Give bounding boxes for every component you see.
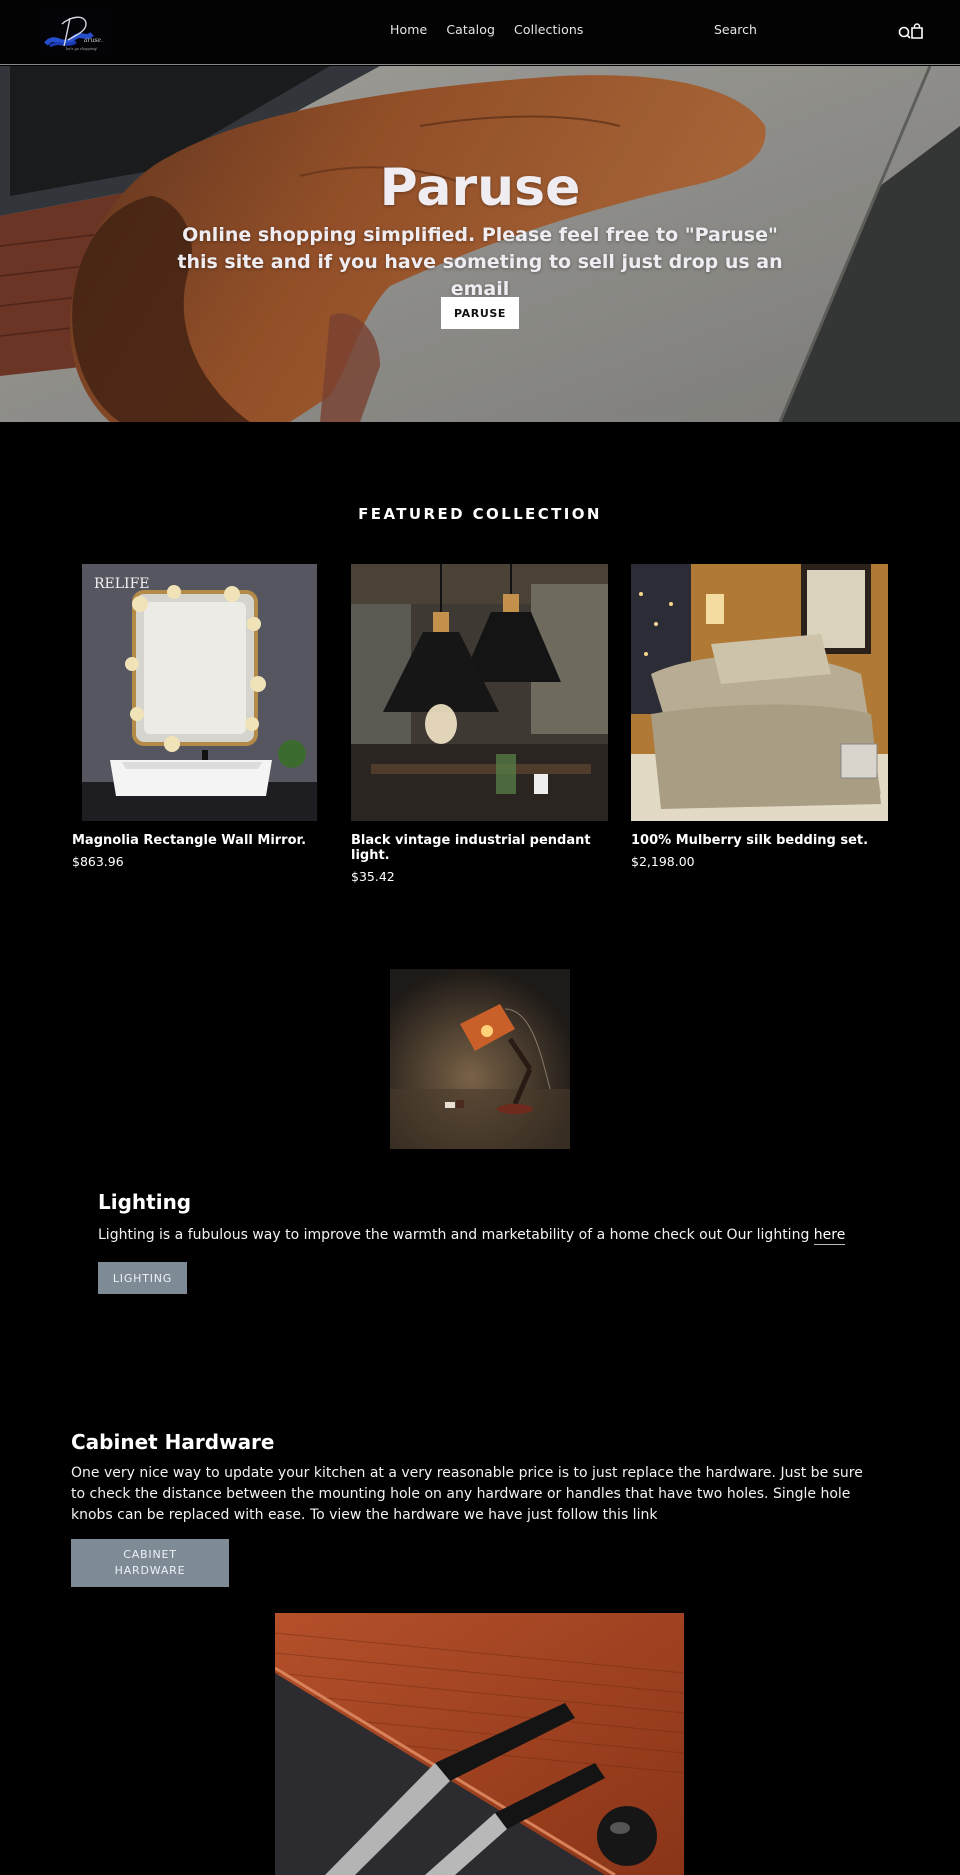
cart-icon[interactable] (910, 23, 924, 39)
nav-catalog[interactable]: Catalog (446, 22, 495, 37)
product-card[interactable]: RELIFE Magnolia Rectangle Wall Mirror. $… (72, 564, 334, 869)
main-nav: Home Catalog Collections (390, 22, 584, 37)
svg-text:let's go shopping!: let's go shopping! (66, 47, 98, 51)
lighting-heading: Lighting (98, 1190, 192, 1214)
bedding-image (631, 564, 888, 821)
site-header: aruse. let's go shopping! Home Catalog C… (0, 0, 960, 65)
product-image-mirror[interactable]: RELIFE (82, 564, 317, 821)
svg-text:aruse.: aruse. (84, 37, 103, 44)
featured-collection-title: FEATURED COLLECTION (358, 505, 602, 523)
product-card[interactable]: Black vintage industrial pendant light. … (351, 564, 613, 884)
product-price: $35.42 (351, 869, 395, 884)
hardware-handles-image (275, 1613, 684, 1875)
lighting-button[interactable]: LIGHTING (98, 1262, 187, 1294)
cabinet-hardware-image (275, 1613, 684, 1875)
hero-banner: Paruse Online shopping simplified. Pleas… (0, 66, 960, 422)
lighting-text: Lighting is a fubulous way to improve th… (98, 1227, 814, 1243)
product-price: $863.96 (72, 854, 124, 869)
lighting-here-link[interactable]: here (813, 1227, 846, 1245)
pendant-light-image (351, 564, 608, 821)
lighting-description: Lighting is a fubulous way to improve th… (98, 1227, 846, 1245)
product-image-bedding[interactable] (631, 564, 888, 821)
paruse-button[interactable]: PARUSE (441, 297, 519, 329)
cabinet-button-line1: CABINET (123, 1548, 177, 1561)
header-icons (898, 23, 924, 39)
search-link[interactable]: Search (714, 22, 757, 37)
product-name[interactable]: Black vintage industrial pendant light. (351, 833, 613, 863)
desk-lamp-image (390, 969, 570, 1149)
product-image-pendant[interactable] (351, 564, 608, 821)
cabinet-hardware-heading: Cabinet Hardware (71, 1430, 275, 1454)
product-name[interactable]: 100% Mulberry silk bedding set. (631, 833, 893, 848)
mirror-image: RELIFE (82, 564, 317, 821)
cabinet-hardware-button[interactable]: CABINET HARDWARE (71, 1539, 229, 1587)
site-logo[interactable]: aruse. let's go shopping! (40, 10, 114, 54)
hero-title: Paruse (379, 158, 581, 218)
product-name[interactable]: Magnolia Rectangle Wall Mirror. (72, 833, 334, 848)
hero-subtitle: Online shopping simplified. Please feel … (177, 224, 783, 300)
product-card[interactable]: 100% Mulberry silk bedding set. $2,198.0… (631, 564, 893, 869)
lighting-image (390, 969, 570, 1149)
nav-collections[interactable]: Collections (514, 22, 583, 37)
logo-icon: aruse. let's go shopping! (40, 10, 114, 54)
cabinet-hardware-description: One very nice way to update your kitchen… (71, 1465, 863, 1523)
relife-brand-label: RELIFE (94, 576, 150, 592)
nav-home[interactable]: Home (390, 22, 427, 37)
product-price: $2,198.00 (631, 854, 695, 869)
cabinet-button-line2: HARDWARE (114, 1564, 186, 1577)
